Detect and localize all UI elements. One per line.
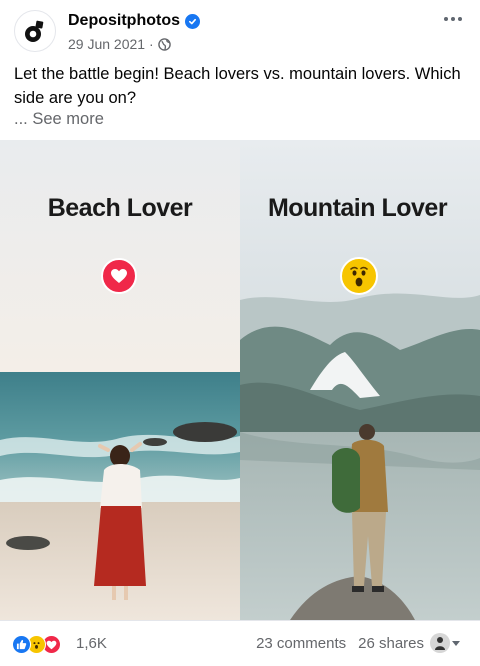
viewer-selector[interactable] xyxy=(430,633,460,653)
reactions-summary[interactable] xyxy=(12,635,61,654)
viewer-avatar xyxy=(430,633,450,653)
more-options-icon[interactable] xyxy=(438,8,468,30)
author-name[interactable]: Depositphotos xyxy=(68,12,180,30)
page-avatar[interactable] xyxy=(14,10,56,52)
chevron-down-icon xyxy=(452,640,460,646)
mountain-lover-label: Mountain Lover xyxy=(267,194,448,222)
see-more-link[interactable]: ... See more xyxy=(14,107,104,131)
comments-count-link[interactable]: 23 comments xyxy=(256,635,346,652)
engagement-stats: 23 comments 26 shares xyxy=(256,635,424,652)
wow-icon xyxy=(340,257,378,295)
depositphotos-logo-icon xyxy=(25,20,44,42)
beach-lover-label: Beach Lover xyxy=(47,194,193,222)
like-reaction-icon xyxy=(12,635,31,654)
mountain-panel: Mountain Lover xyxy=(240,140,480,620)
shares-count-link[interactable]: 26 shares xyxy=(358,635,424,652)
post-header: Depositphotos 29 Jun 2021 · xyxy=(0,0,480,62)
globe-icon xyxy=(157,37,171,51)
post-footer: 1,6K 23 comments 26 shares xyxy=(0,620,480,666)
beach-panel: Beach Lover xyxy=(0,140,240,620)
verified-badge-icon xyxy=(185,13,200,29)
post-meta: 29 Jun 2021 · xyxy=(68,36,171,52)
author-name-row: Depositphotos xyxy=(68,12,200,30)
reaction-count[interactable]: 1,6K xyxy=(76,635,107,652)
post-image[interactable]: Beach Lover Mountain Lover xyxy=(0,140,480,620)
post-text: Let the battle begin! Beach lovers vs. m… xyxy=(14,65,461,107)
heart-icon xyxy=(101,258,137,294)
post-date[interactable]: 29 Jun 2021 · xyxy=(68,36,154,52)
